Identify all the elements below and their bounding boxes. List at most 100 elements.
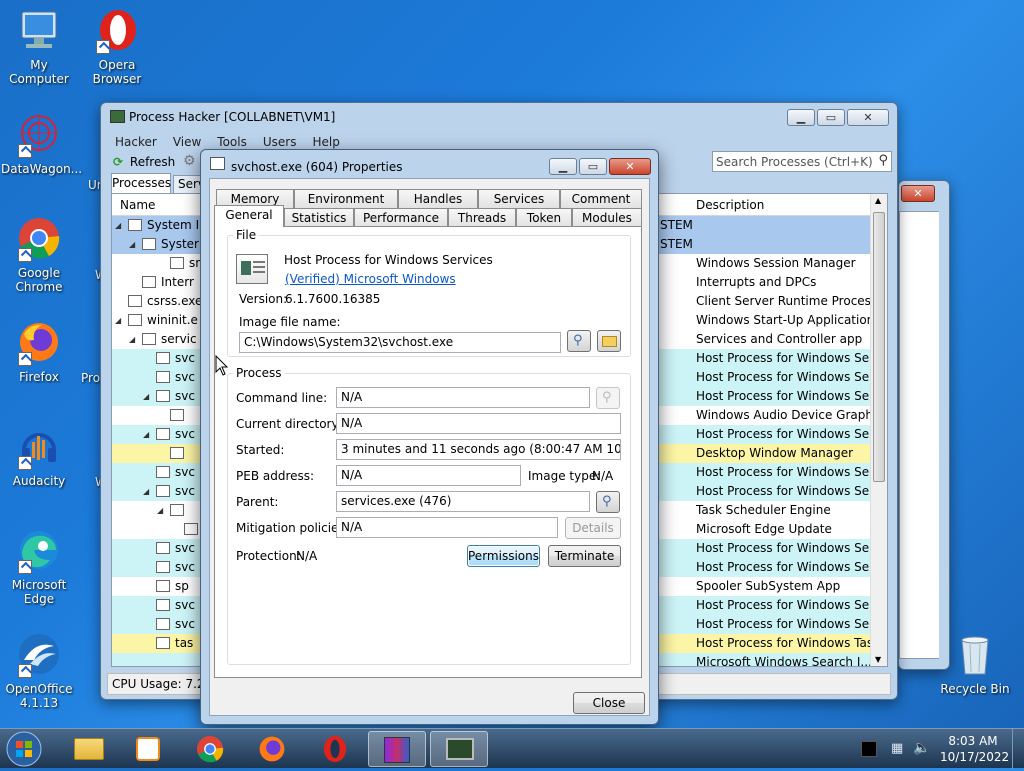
taskbar-explorer[interactable] [60, 731, 118, 767]
desktop-icon-audacity[interactable]: Audacity [1, 424, 77, 488]
desktop-icon-datawagon[interactable]: DataWagon... [1, 112, 82, 176]
dialog-maximize-button[interactable]: ▭ [579, 158, 607, 175]
background-window-panel [899, 211, 939, 659]
column-header-description[interactable]: Description [696, 198, 764, 212]
desktop-icon-label: OpenOffice 4.1.13 [5, 682, 73, 710]
tree-expander-icon[interactable]: ◢ [143, 482, 149, 501]
image-file-name-field[interactable]: C:\Windows\System32\svchost.exe [239, 332, 561, 353]
tray-volume-icon[interactable]: 🔈 [913, 740, 931, 758]
background-window[interactable]: ✕ [898, 180, 950, 670]
process-name: csrss.exe [147, 294, 203, 308]
tree-expander-icon[interactable]: ◢ [143, 425, 149, 444]
search-processes-input[interactable]: Search Processes (Ctrl+K) ⚲ [712, 151, 892, 172]
refresh-button[interactable]: ⟳ Refresh [113, 153, 175, 171]
options-icon[interactable]: ⚙ [183, 153, 199, 169]
peb-address-label: PEB address: [236, 469, 315, 483]
scrollbar-thumb[interactable] [873, 212, 885, 482]
show-desktop-button[interactable] [1012, 729, 1024, 769]
desktop-icon-openoffice[interactable]: OpenOffice 4.1.13 [1, 632, 77, 710]
desktop-icon-my-computer[interactable]: My Computer [1, 8, 77, 86]
process-icon [156, 466, 170, 478]
dialog-close-button[interactable]: ✕ [609, 158, 651, 175]
tree-expander-icon[interactable]: ◢ [115, 311, 121, 330]
tab-general[interactable]: General [214, 205, 284, 227]
tray-network-icon[interactable]: ▦ [891, 741, 907, 757]
tab-token[interactable]: Token [516, 208, 572, 227]
process-icon [128, 219, 142, 231]
tab-handles[interactable]: Handles [398, 189, 478, 208]
process-icon [184, 523, 198, 535]
image-inspect-button[interactable]: ⚲ [567, 330, 591, 352]
properties-dialog[interactable]: svchost.exe (604) Properties ▁ ▭ ✕ Memor… [200, 149, 659, 725]
tree-expander-icon[interactable]: ◢ [157, 501, 163, 520]
maximize-button[interactable]: ▭ [817, 109, 845, 126]
parent-inspect-button[interactable]: ⚲ [596, 491, 620, 513]
taskbar-media-player[interactable] [120, 731, 178, 767]
background-window-close-button[interactable]: ✕ [901, 185, 935, 202]
current-directory-field[interactable]: N/A [336, 413, 621, 434]
close-button[interactable]: ✕ [847, 109, 889, 126]
tab-threads[interactable]: Threads [448, 208, 516, 227]
terminate-button[interactable]: Terminate [548, 545, 621, 567]
process-icon [156, 542, 170, 554]
column-header-name[interactable]: Name [120, 198, 155, 212]
vertical-scrollbar[interactable]: ▲ ▼ [870, 194, 887, 666]
minimize-button[interactable]: ▁ [787, 109, 815, 126]
tree-expander-icon[interactable]: ◢ [143, 387, 149, 406]
firefox-icon [259, 736, 285, 762]
process-icon [128, 314, 142, 326]
details-button[interactable]: Details [565, 517, 621, 539]
tree-expander-icon[interactable]: ◢ [129, 235, 135, 254]
window-title: Process Hacker [COLLABNET\VM1] [129, 110, 336, 124]
verified-signer-link[interactable]: (Verified) Microsoft Windows [285, 272, 456, 286]
tab-modules[interactable]: Modules [572, 208, 642, 227]
taskbar-firefox[interactable] [244, 731, 302, 767]
process-description: Host Process for Windows Ser... [696, 560, 885, 574]
taskbar-opera[interactable] [306, 731, 364, 767]
tab-statistics[interactable]: Statistics [284, 208, 354, 227]
tab-performance[interactable]: Performance [354, 208, 448, 227]
started-field[interactable]: 3 minutes and 11 seconds ago (8:00:47 AM… [336, 439, 621, 460]
command-line-inspect-button[interactable]: ⚲ [596, 387, 620, 409]
process-icon [156, 618, 170, 630]
process-description: Host Process for Windows Ser... [696, 617, 885, 631]
command-line-field[interactable]: N/A [336, 387, 590, 408]
mitigation-policies-field[interactable]: N/A [336, 517, 558, 538]
tab-services[interactable]: Services [478, 189, 560, 208]
clock[interactable]: 8:03 AM 10/17/2022 [940, 733, 1009, 765]
tab-environment[interactable]: Environment [294, 189, 398, 208]
dialog-minimize-button[interactable]: ▁ [549, 158, 577, 175]
menu-view[interactable]: View [173, 135, 201, 153]
menu-hacker[interactable]: Hacker [115, 135, 157, 153]
tab-comment[interactable]: Comment [560, 189, 642, 208]
tab-processes[interactable]: Processes [111, 173, 171, 193]
peb-address-field[interactable]: N/A [336, 465, 521, 486]
permissions-button[interactable]: Permissions [467, 545, 540, 567]
folder-icon [602, 336, 617, 347]
start-button[interactable] [4, 730, 44, 768]
desktop-icon-chrome[interactable]: Google Chrome [1, 216, 77, 294]
taskbar-winrar[interactable] [368, 731, 426, 767]
taskbar-process-hacker[interactable] [430, 731, 488, 767]
tray-action-center-icon[interactable] [861, 741, 877, 757]
process-description: Windows Session Manager [696, 256, 856, 270]
scroll-up-arrow-icon[interactable]: ▲ [875, 196, 881, 205]
open-folder-button[interactable] [597, 330, 621, 352]
process-name: svc [175, 351, 195, 365]
process-name: Syster [161, 237, 199, 251]
process-icon [142, 238, 156, 250]
version-label: Version: [239, 292, 288, 306]
desktop-icon-firefox[interactable]: Firefox [1, 320, 77, 384]
parent-field[interactable]: services.exe (476) [336, 491, 590, 512]
desktop-icon-opera[interactable]: Opera Browser [79, 8, 155, 86]
magnifier-icon: ⚲ [602, 390, 612, 405]
tree-expander-icon[interactable]: ◢ [115, 216, 121, 235]
scroll-down-arrow-icon[interactable]: ▼ [875, 655, 881, 664]
desktop-icon-edge[interactable]: Microsoft Edge [1, 528, 77, 606]
taskbar-chrome[interactable] [182, 731, 240, 767]
tree-expander-icon[interactable]: ◢ [129, 330, 135, 349]
shortcut-arrow-icon [18, 456, 32, 470]
close-dialog-button[interactable]: Close [573, 692, 645, 714]
shortcut-arrow-icon [18, 560, 32, 574]
shortcut-arrow-icon [18, 664, 32, 678]
